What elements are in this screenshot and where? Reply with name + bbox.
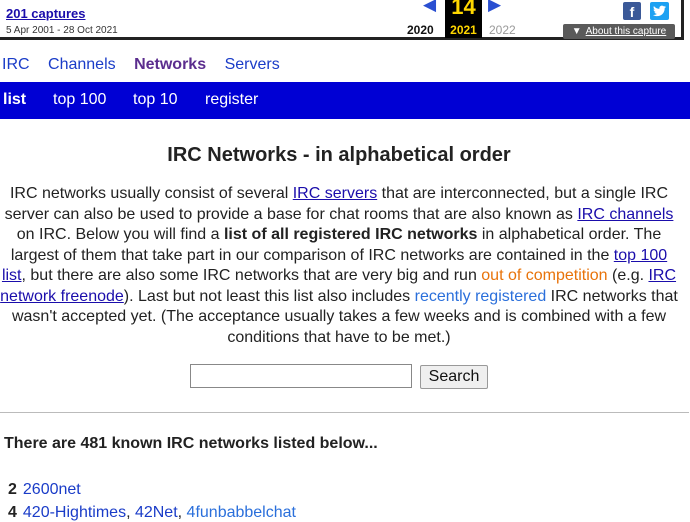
about-capture-label: About this capture bbox=[585, 26, 667, 37]
group-number: 4 bbox=[8, 504, 17, 521]
year-next[interactable]: 2022 bbox=[489, 23, 516, 37]
search-button[interactable]: Search bbox=[420, 365, 488, 389]
network-group-row: 4 420-Hightimes, 42Net, 4funbabbelchat bbox=[8, 504, 296, 522]
intro-paragraph: IRC networks usually consist of several … bbox=[0, 184, 678, 348]
current-capture-box[interactable]: 14 2021 bbox=[445, 0, 482, 38]
network-group-row: 2 2600net bbox=[8, 481, 81, 499]
intro-text-6: (e.g. bbox=[607, 267, 649, 284]
separator: , bbox=[126, 504, 135, 521]
network-link[interactable]: 4funbabbelchat bbox=[187, 504, 296, 521]
captures-link[interactable]: 201 captures bbox=[6, 6, 86, 21]
intro-text-3: on IRC. Below you will find a bbox=[16, 226, 224, 243]
network-link[interactable]: 42Net bbox=[135, 504, 178, 521]
previous-capture-arrow-icon[interactable]: ◀ bbox=[423, 0, 436, 13]
network-count: There are 481 known IRC networks listed … bbox=[4, 435, 378, 452]
link-out-of-competition[interactable]: out of competition bbox=[481, 267, 607, 284]
sub-nav-bar: list top 100 top 10 register bbox=[0, 82, 690, 119]
top-nav: IRC Channels Networks Servers bbox=[2, 56, 294, 74]
caret-down-icon: ▼ bbox=[571, 26, 582, 37]
page-title: IRC Networks - in alphabetical order bbox=[167, 144, 511, 166]
subnav-top10[interactable]: top 10 bbox=[133, 91, 177, 109]
link-irc-servers[interactable]: IRC servers bbox=[293, 185, 377, 202]
twitter-share-icon[interactable] bbox=[650, 2, 669, 20]
separator: , bbox=[177, 504, 187, 521]
next-capture-arrow-icon[interactable]: ▶ bbox=[488, 0, 501, 13]
nav-servers[interactable]: Servers bbox=[225, 56, 280, 73]
nav-networks[interactable]: Networks bbox=[134, 56, 206, 73]
network-link[interactable]: 2600net bbox=[23, 481, 81, 498]
intro-bold-text: list of all registered IRC networks bbox=[223, 226, 478, 243]
intro-text-7: ). Last but not least this list also inc… bbox=[123, 287, 415, 305]
subnav-top100[interactable]: top 100 bbox=[53, 91, 106, 109]
current-capture-day: 14 bbox=[451, 0, 476, 19]
facebook-share-icon[interactable]: f bbox=[623, 2, 641, 20]
subnav-list[interactable]: list bbox=[3, 91, 26, 109]
divider bbox=[0, 412, 689, 413]
network-link[interactable]: 420-Hightimes bbox=[23, 504, 126, 521]
year-previous[interactable]: 2020 bbox=[407, 23, 434, 37]
capture-date-range: 5 Apr 2001 - 28 Oct 2021 bbox=[6, 25, 118, 36]
search-input[interactable] bbox=[190, 364, 412, 388]
group-number: 2 bbox=[8, 481, 17, 498]
nav-channels[interactable]: Channels bbox=[48, 56, 116, 73]
wayback-toolbar: 201 captures 5 Apr 2001 - 28 Oct 2021 ◀ … bbox=[0, 0, 684, 40]
current-capture-year: 2021 bbox=[450, 23, 477, 37]
subnav-register[interactable]: register bbox=[205, 91, 258, 109]
intro-text-5: , but there are also some IRC networks t… bbox=[21, 267, 482, 284]
link-recently-registered[interactable]: recently registered bbox=[415, 288, 547, 305]
about-capture-button[interactable]: ▼ About this capture bbox=[563, 24, 675, 39]
nav-irc[interactable]: IRC bbox=[2, 56, 30, 73]
intro-text-1: IRC networks usually consist of several bbox=[9, 185, 293, 202]
link-irc-channels[interactable]: IRC channels bbox=[577, 206, 673, 223]
